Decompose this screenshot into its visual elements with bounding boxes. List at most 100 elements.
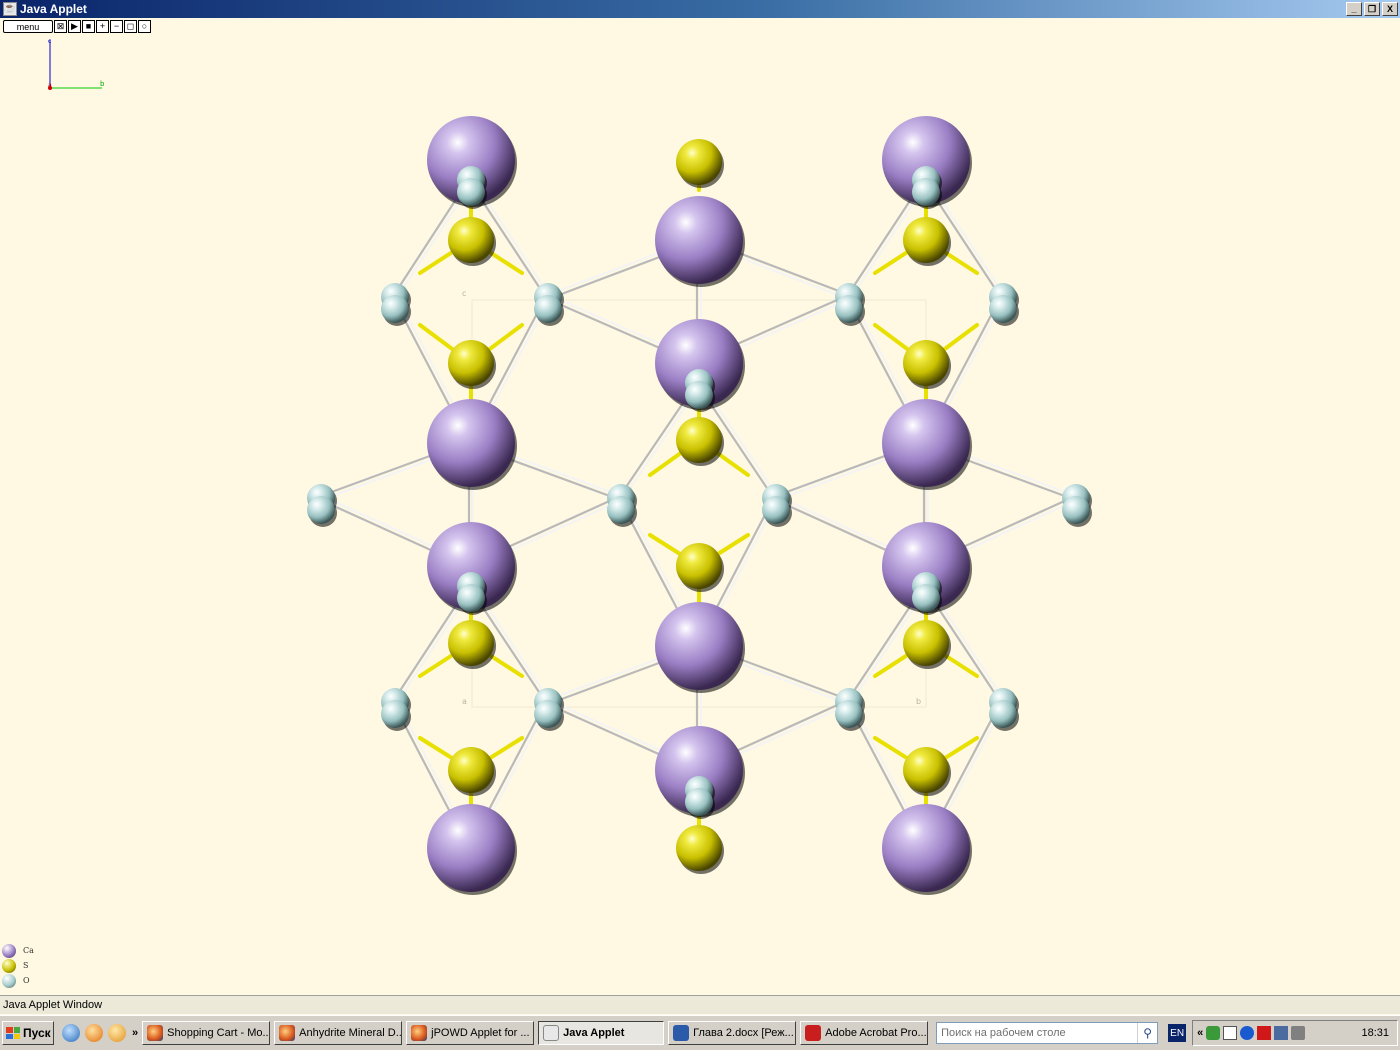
firefox-icon bbox=[147, 1025, 164, 1041]
task-jpowd[interactable]: jPOWD Applet for ... bbox=[406, 1021, 535, 1045]
task-label: Shopping Cart - Mo... bbox=[167, 1027, 271, 1039]
task-java-applet[interactable]: Java Applet bbox=[538, 1021, 665, 1045]
firefox-icon bbox=[279, 1025, 296, 1041]
o-ball-icon bbox=[2, 973, 16, 988]
quick-launch-more-chevron[interactable]: » bbox=[132, 1027, 138, 1039]
sulfur-atom[interactable] bbox=[676, 543, 722, 589]
oxygen-atom[interactable] bbox=[534, 700, 562, 728]
stop-button[interactable]: ■ bbox=[82, 20, 95, 33]
messenger-icon[interactable] bbox=[108, 1024, 126, 1042]
status-bar: Java Applet Window bbox=[0, 995, 1400, 1014]
language-indicator[interactable]: EN bbox=[1168, 1024, 1187, 1042]
sulfur-atom[interactable] bbox=[903, 747, 949, 793]
cell-label-c: c bbox=[462, 289, 466, 298]
task-word-doc[interactable]: Глава 2.docx [Реж... bbox=[668, 1021, 797, 1045]
task-shopping-cart[interactable]: Shopping Cart - Mo... bbox=[142, 1021, 271, 1045]
tray-expand-chevron[interactable]: « bbox=[1197, 1027, 1203, 1039]
media-icon[interactable] bbox=[85, 1024, 103, 1042]
task-label: Anhydrite Mineral D... bbox=[299, 1027, 403, 1039]
sulfur-atom[interactable] bbox=[903, 217, 949, 263]
oxygen-atom[interactable] bbox=[685, 381, 713, 409]
antivirus-icon[interactable] bbox=[1257, 1026, 1272, 1040]
menu-button[interactable]: menu bbox=[3, 20, 53, 33]
box-toggle-button[interactable]: ◻ bbox=[124, 20, 137, 33]
sulfur-atom[interactable] bbox=[676, 417, 722, 463]
oxygen-atom[interactable] bbox=[912, 584, 940, 612]
zoom-in-button[interactable]: + bbox=[96, 20, 109, 33]
oxygen-atom[interactable] bbox=[607, 496, 635, 524]
update-icon[interactable] bbox=[1206, 1026, 1221, 1040]
legend-item-ca: Ca bbox=[2, 943, 34, 958]
sulfur-atom[interactable] bbox=[676, 825, 722, 871]
search-icon[interactable]: ⚲ bbox=[1137, 1023, 1157, 1043]
window-title: Java Applet bbox=[20, 2, 87, 16]
firefox-icon bbox=[411, 1025, 428, 1041]
task-anhydrite[interactable]: Anhydrite Mineral D... bbox=[274, 1021, 403, 1045]
molecule-viewport[interactable]: c a b bbox=[0, 36, 1400, 991]
legend-label: Ca bbox=[23, 946, 34, 955]
oxygen-atom[interactable] bbox=[457, 178, 485, 206]
start-label: Пуск bbox=[23, 1026, 51, 1040]
legend-label: S bbox=[23, 961, 29, 970]
acrobat-icon bbox=[805, 1025, 822, 1041]
oxygen-atom[interactable] bbox=[685, 788, 713, 816]
task-label: Java Applet bbox=[563, 1027, 625, 1039]
sulfur-atom[interactable] bbox=[448, 620, 494, 666]
oxygen-atom[interactable] bbox=[381, 295, 409, 323]
cell-label-a: a bbox=[462, 697, 467, 706]
search-placeholder: Поиск на рабочем столе bbox=[941, 1027, 1066, 1039]
word-icon bbox=[673, 1025, 690, 1041]
sulfur-atom[interactable] bbox=[448, 340, 494, 386]
oxygen-atom[interactable] bbox=[1062, 496, 1090, 524]
sphere-toggle-button[interactable]: ○ bbox=[138, 20, 151, 33]
calcium-atom[interactable] bbox=[882, 804, 970, 892]
calcium-atom[interactable] bbox=[655, 602, 743, 690]
java-icon bbox=[543, 1025, 560, 1041]
volume-icon[interactable] bbox=[1291, 1026, 1306, 1040]
element-legend: Ca S O bbox=[2, 943, 34, 988]
start-button[interactable]: Пуск bbox=[2, 1021, 54, 1045]
network-icon[interactable] bbox=[62, 1024, 80, 1042]
network-status-icon[interactable] bbox=[1274, 1026, 1289, 1040]
bluetooth-icon[interactable] bbox=[1240, 1026, 1255, 1040]
oxygen-atom[interactable] bbox=[307, 496, 335, 524]
oxygen-atom[interactable] bbox=[762, 496, 790, 524]
oxygen-atom[interactable] bbox=[835, 700, 863, 728]
taskbar: Пуск » Shopping Cart - Mo... Anhydrite M… bbox=[0, 1015, 1400, 1050]
atoms bbox=[307, 116, 1092, 895]
desktop-search-input[interactable]: Поиск на рабочем столе ⚲ bbox=[936, 1022, 1159, 1044]
system-tray: « 18:31 bbox=[1192, 1020, 1398, 1046]
task-label: Adobe Acrobat Pro... bbox=[825, 1027, 927, 1039]
oxygen-atom[interactable] bbox=[534, 295, 562, 323]
ca-ball-icon bbox=[2, 943, 16, 958]
sulfur-atom[interactable] bbox=[903, 620, 949, 666]
oxygen-atom[interactable] bbox=[835, 295, 863, 323]
calcium-atom[interactable] bbox=[427, 804, 515, 892]
zoom-out-button[interactable]: − bbox=[110, 20, 123, 33]
oxygen-atom[interactable] bbox=[912, 178, 940, 206]
status-text: Java Applet Window bbox=[3, 999, 103, 1011]
task-label: Глава 2.docx [Реж... bbox=[693, 1027, 794, 1039]
close-button[interactable]: X bbox=[1382, 2, 1398, 16]
oxygen-atom[interactable] bbox=[381, 700, 409, 728]
applet-toolbar: menu ⊠ ▶ ■ + − ◻ ○ bbox=[3, 20, 151, 33]
task-acrobat[interactable]: Adobe Acrobat Pro... bbox=[800, 1021, 929, 1045]
play-button[interactable]: ▶ bbox=[68, 20, 81, 33]
oxygen-atom[interactable] bbox=[989, 700, 1017, 728]
windows-flag-icon bbox=[6, 1027, 20, 1039]
s-ball-icon bbox=[2, 958, 16, 973]
minimize-button[interactable]: _ bbox=[1346, 2, 1362, 16]
calcium-atom[interactable] bbox=[427, 399, 515, 487]
oxygen-atom[interactable] bbox=[457, 584, 485, 612]
clock: 18:31 bbox=[1361, 1027, 1389, 1039]
sulfur-atom[interactable] bbox=[676, 139, 722, 185]
calcium-atom[interactable] bbox=[655, 196, 743, 284]
reset-view-button[interactable]: ⊠ bbox=[54, 20, 67, 33]
sulfur-atom[interactable] bbox=[448, 217, 494, 263]
calcium-atom[interactable] bbox=[882, 399, 970, 487]
oxygen-atom[interactable] bbox=[989, 295, 1017, 323]
sulfur-atom[interactable] bbox=[448, 747, 494, 793]
sulfur-atom[interactable] bbox=[903, 340, 949, 386]
mail-icon[interactable] bbox=[1223, 1026, 1238, 1040]
restore-button[interactable]: ❐ bbox=[1364, 2, 1380, 16]
